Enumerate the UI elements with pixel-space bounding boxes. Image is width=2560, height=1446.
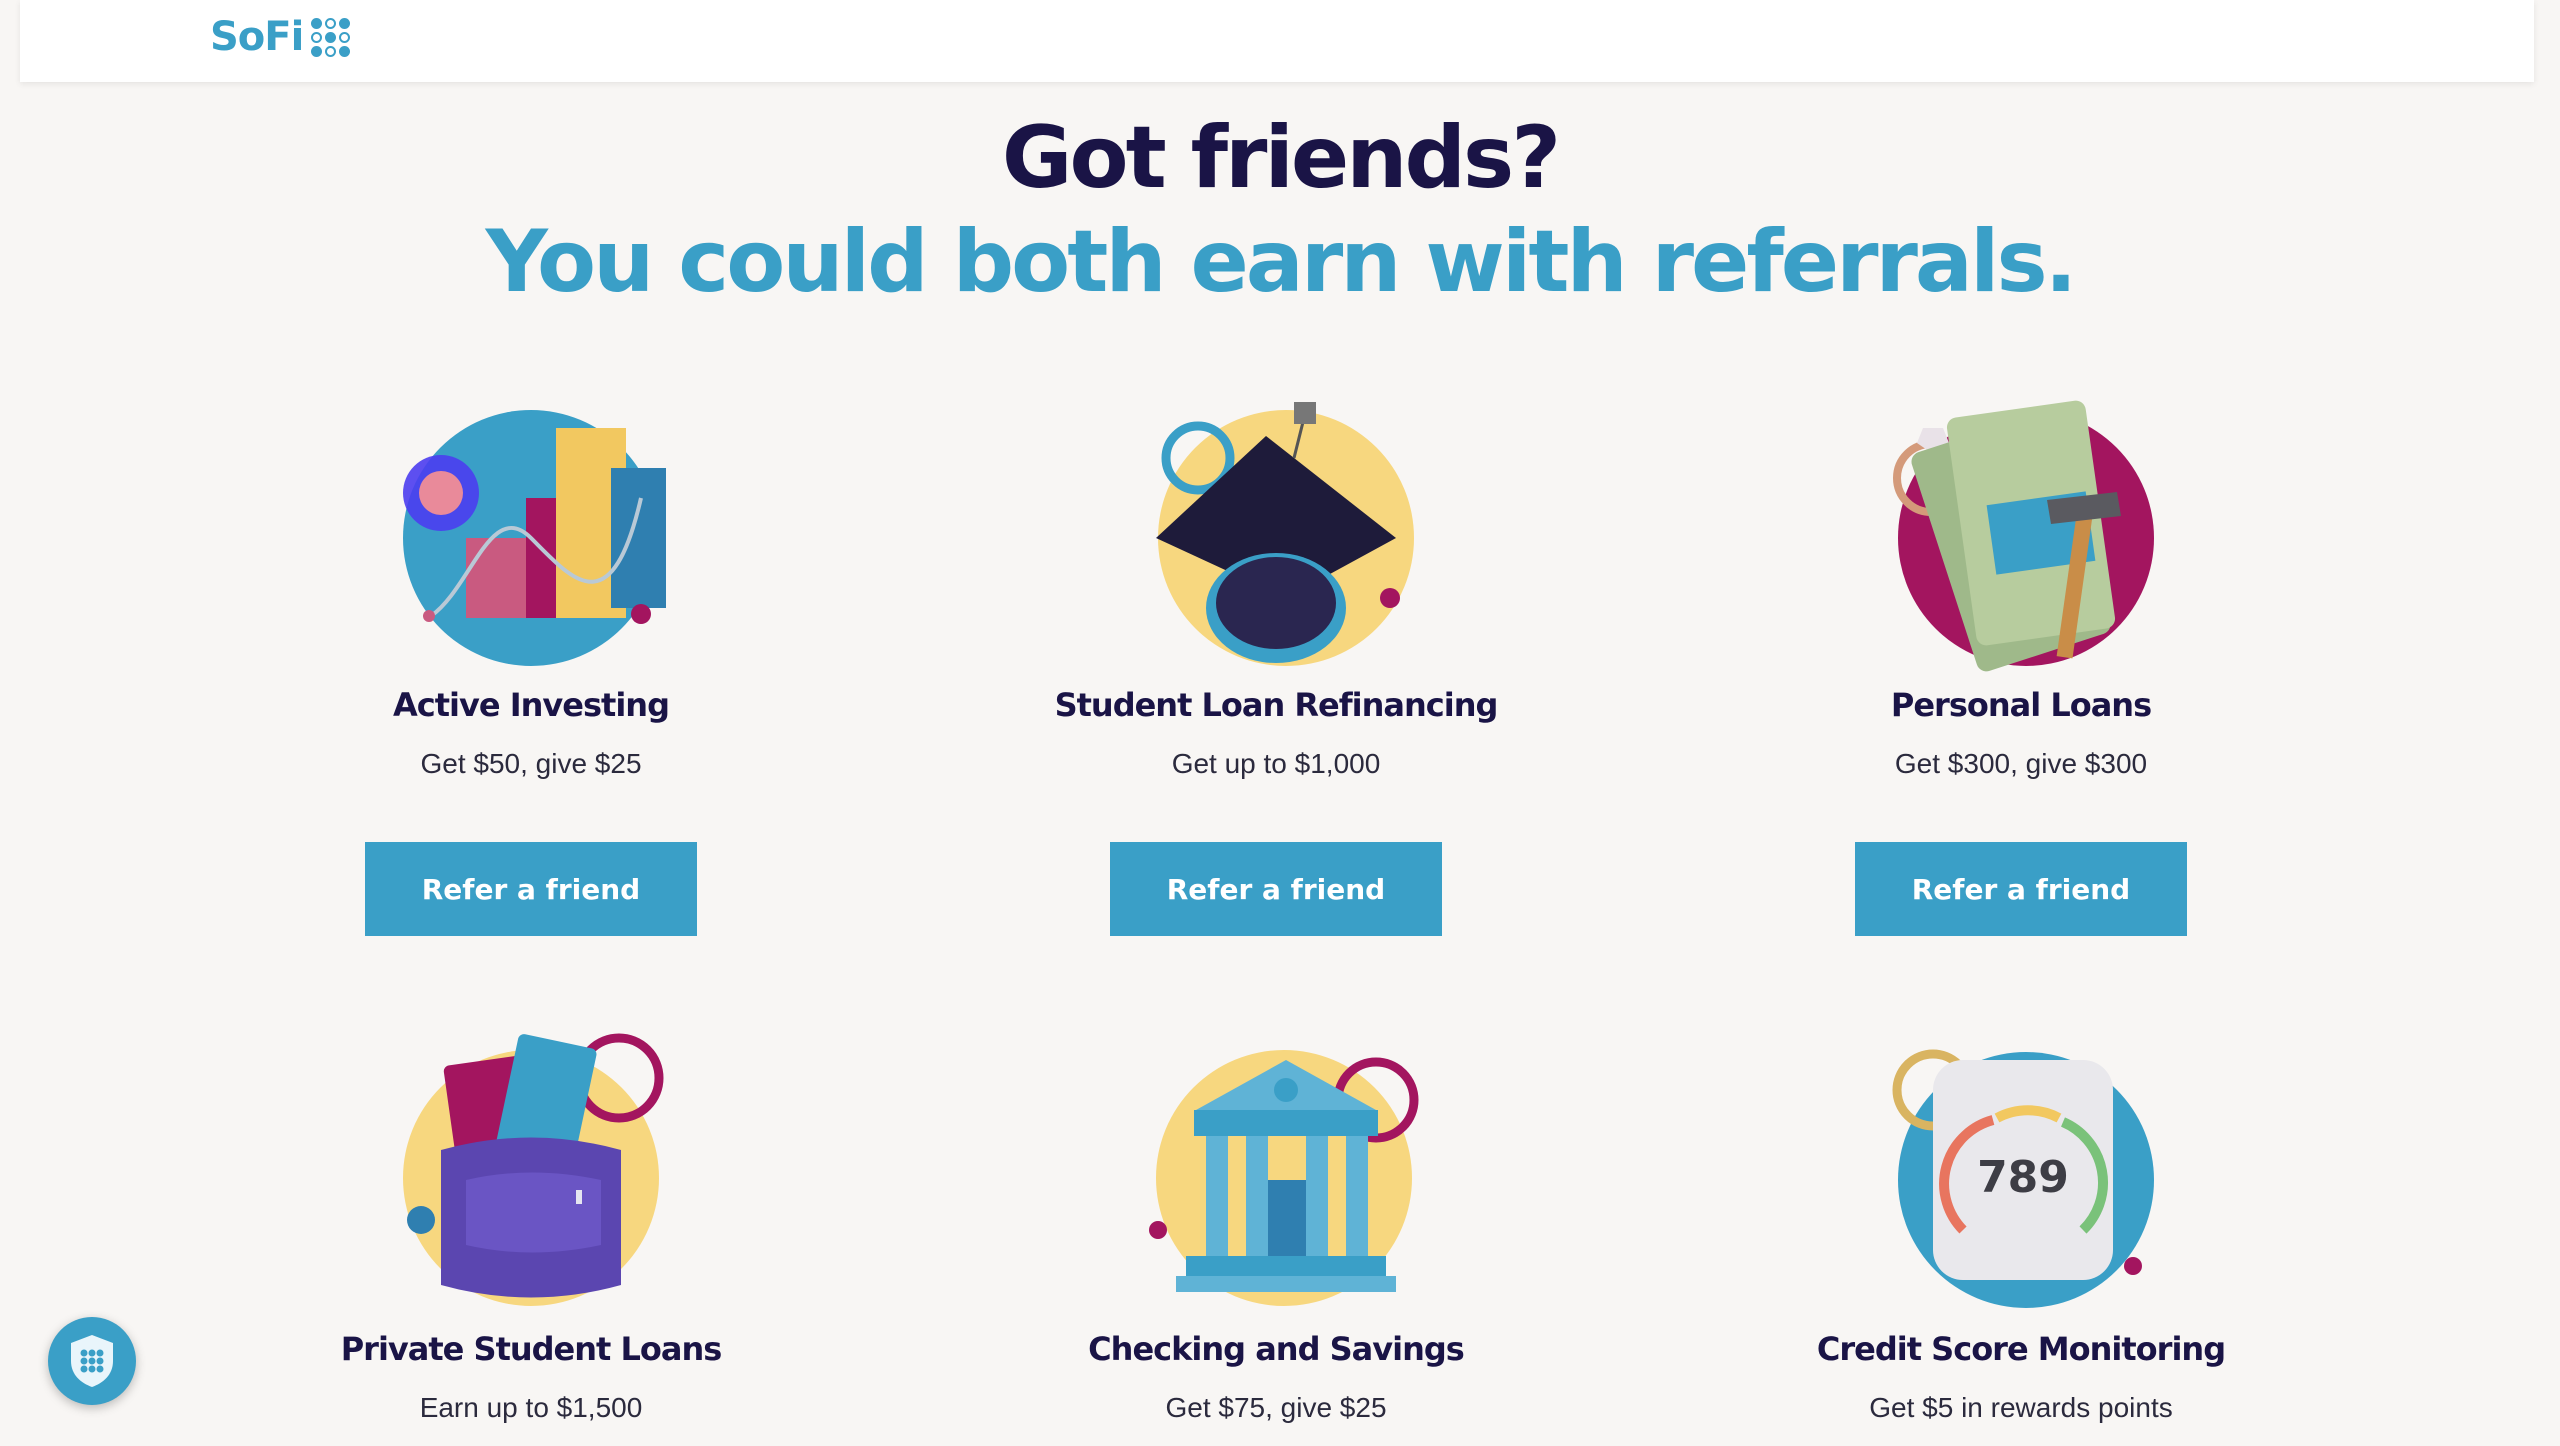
product-card-student-loan-refinancing: Student Loan Refinancing Get up to $1,00… [996, 388, 1556, 936]
product-name: Student Loan Refinancing [1054, 686, 1499, 724]
product-name: Personal Loans [1890, 686, 2152, 724]
product-offer: Get $5 in rewards points [1869, 1392, 2173, 1423]
product-card-active-investing: Active Investing Get $50, give $25 Refer… [251, 388, 811, 936]
top-navigation-bar: SoFi [20, 0, 2534, 82]
product-offer: Get $75, give $25 [1165, 1392, 1387, 1423]
product-card-personal-loans: Personal Loans Get $300, give $300 Refer… [1741, 388, 2301, 936]
backpack-icon [381, 1030, 681, 1320]
bank-building-icon [1126, 1030, 1426, 1320]
privacy-shield-button[interactable] [48, 1317, 136, 1405]
sofi-logo[interactable]: SoFi [210, 14, 351, 60]
investing-chart-icon [381, 388, 681, 678]
credit-gauge-icon: 789 [1871, 1030, 2171, 1320]
refer-a-friend-button-active-investing[interactable]: Refer a friend [365, 842, 697, 936]
product-offer: Get up to $1,000 [1171, 748, 1381, 779]
hero-subtitle: You could both earn with referrals. [485, 212, 2078, 312]
product-card-credit-score-monitoring: 789 Credit Score Monitoring Get $5 in re… [1741, 1030, 2301, 1423]
graduation-cap-icon [1126, 388, 1426, 678]
logo-wordmark: SoFi [210, 14, 304, 60]
refer-a-friend-button-student-loan-refinancing[interactable]: Refer a friend [1110, 842, 1442, 936]
product-card-checking-and-savings: Checking and Savings Get $75, give $25 [996, 1030, 1556, 1423]
gauge-score: 789 [1977, 1152, 2069, 1203]
product-name: Private Student Loans [340, 1330, 723, 1368]
shield-icon [71, 1335, 113, 1387]
product-name: Active Investing [393, 686, 670, 724]
product-offer: Get $300, give $300 [1894, 748, 2148, 779]
refer-a-friend-button-personal-loans[interactable]: Refer a friend [1855, 842, 2187, 936]
hero-title: Got friends? [1001, 108, 1561, 208]
product-card-private-student-loans: Private Student Loans Earn up to $1,500 [251, 1030, 811, 1423]
product-name: Checking and Savings [1088, 1330, 1465, 1368]
money-ring-hammer-icon [1871, 388, 2171, 678]
product-offer: Earn up to $1,500 [419, 1392, 643, 1423]
product-offer: Get $50, give $25 [420, 748, 642, 779]
logo-mark-icon [311, 17, 351, 57]
product-name: Credit Score Monitoring [1816, 1330, 2226, 1368]
